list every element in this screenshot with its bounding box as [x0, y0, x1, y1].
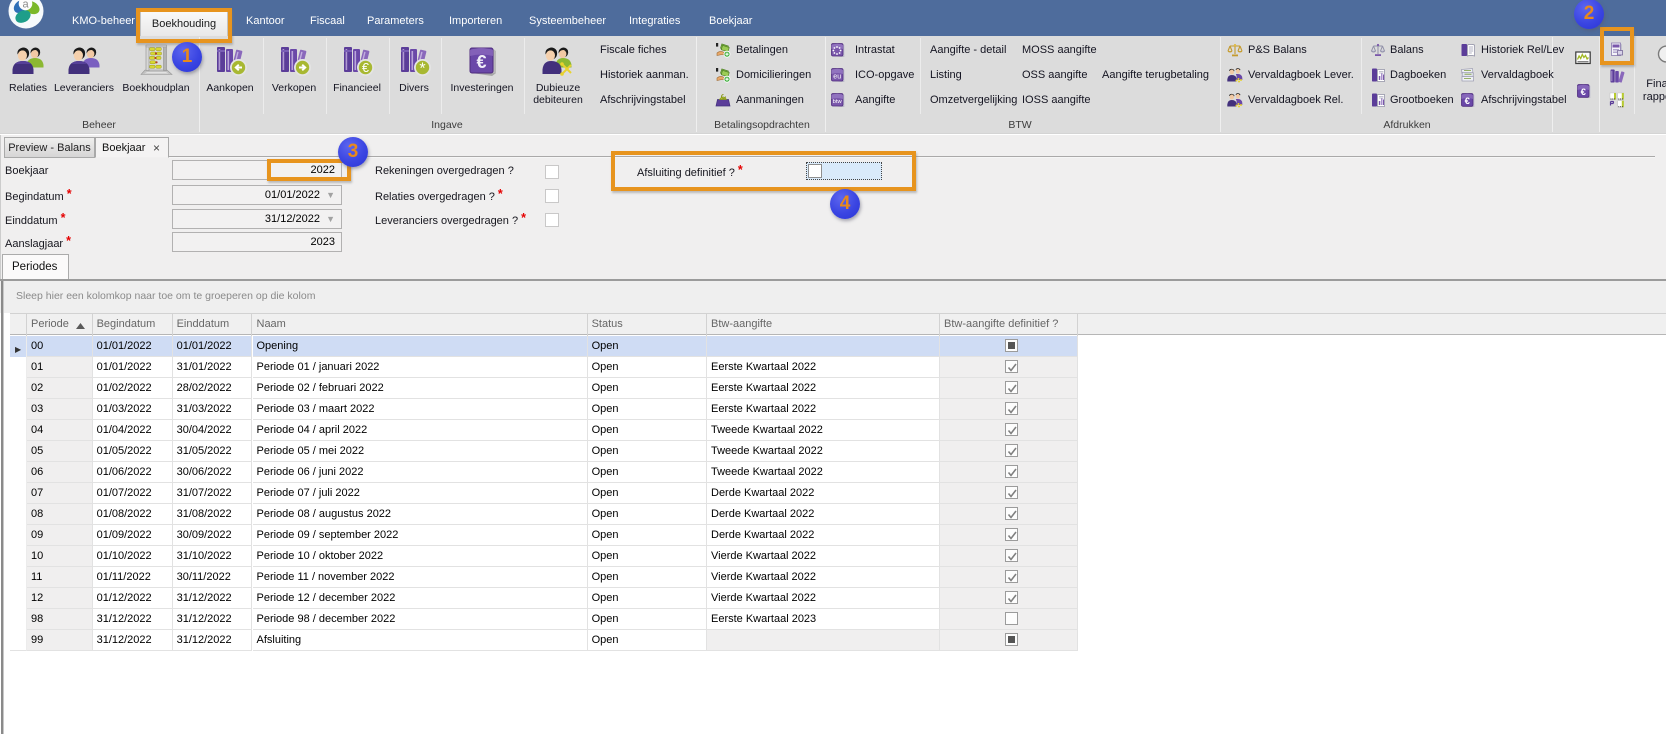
svg-text:*: *: [419, 61, 425, 78]
svg-text:€: €: [1581, 87, 1587, 98]
svg-text:€: €: [476, 52, 486, 72]
svg-text:eu: eu: [833, 74, 841, 81]
svg-text:€: €: [1465, 96, 1471, 107]
svg-text:btw: btw: [833, 99, 843, 105]
svg-text:a: a: [22, 0, 29, 11]
